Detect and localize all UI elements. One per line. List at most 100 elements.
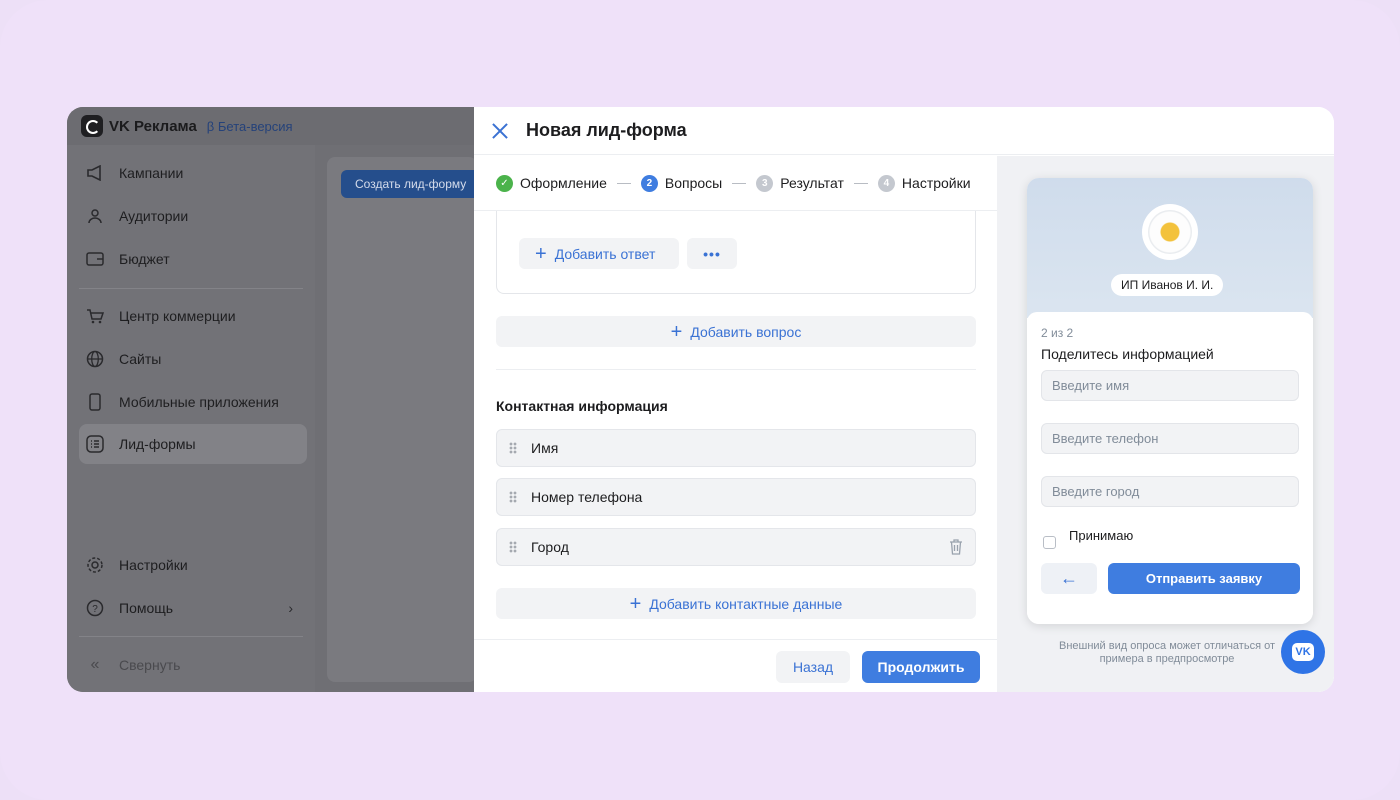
- form-column: ✓ Оформление 2 Вопросы 3 Результат 4 Нас…: [474, 156, 997, 692]
- plus-icon: +: [629, 592, 642, 615]
- preview-panel: ИП Иванов И. И. 2 из 2 Поделитесь информ…: [997, 156, 1334, 692]
- step-questions[interactable]: 2 Вопросы: [640, 174, 723, 192]
- brand-name: VK Реклама: [109, 117, 197, 135]
- close-icon[interactable]: [492, 123, 508, 139]
- contact-section-title: Контактная информация: [496, 398, 668, 414]
- back-button[interactable]: Назад: [776, 651, 850, 683]
- step-label: Результат: [780, 175, 844, 191]
- app-window: VK Реклама β Бета-версия Кампании Аудито…: [67, 107, 1334, 692]
- chevron-right-icon: ›: [288, 600, 293, 616]
- divider: [496, 369, 976, 370]
- plus-icon: +: [670, 320, 683, 343]
- step-label: Оформление: [520, 175, 607, 191]
- sidebar-item-settings[interactable]: Настройки: [79, 545, 307, 585]
- sidebar-item-campaigns[interactable]: Кампании: [79, 153, 307, 193]
- phone-icon: [85, 392, 105, 412]
- app-backdrop: VK Реклама β Бета-версия Кампании Аудито…: [67, 107, 481, 692]
- sidebar-item-label: Настройки: [119, 557, 188, 573]
- contact-field-city[interactable]: Город: [496, 528, 976, 566]
- preview-city-input[interactable]: Введите город: [1041, 476, 1299, 507]
- collapse-icon: «: [90, 656, 100, 673]
- drag-handle-icon[interactable]: [509, 491, 517, 503]
- preview-phone-input[interactable]: Введите телефон: [1041, 423, 1299, 454]
- list-icon: [85, 434, 105, 454]
- app-header: VK Реклама β Бета-версия: [67, 107, 474, 145]
- add-question-label: Добавить вопрос: [690, 323, 802, 340]
- sidebar-item-label: Сайты: [119, 351, 162, 367]
- preview-back-button[interactable]: ←: [1041, 563, 1097, 594]
- sidebar-item-sites[interactable]: Сайты: [79, 339, 307, 379]
- sidebar-item-budget[interactable]: Бюджет: [79, 239, 307, 279]
- preview-sheet: 2 из 2 Поделитесь информацией Введите им…: [1027, 312, 1313, 624]
- step-label: Настройки: [901, 175, 971, 191]
- contact-field-label: Город: [531, 539, 569, 555]
- step-separator: [853, 182, 868, 184]
- sidebar-item-collapse[interactable]: « Свернуть: [79, 645, 307, 685]
- sidebar-item-label: Лид-формы: [119, 436, 196, 452]
- contact-field-name[interactable]: Имя: [496, 429, 976, 467]
- sidebar-item-audiences[interactable]: Аудитории: [79, 196, 307, 236]
- modal-footer: Назад Продолжить: [474, 639, 997, 692]
- sidebar-item-help[interactable]: ? Помощь ›: [79, 588, 307, 628]
- contact-field-label: Имя: [531, 440, 559, 456]
- wallet-icon: [85, 249, 105, 269]
- drag-handle-icon[interactable]: [509, 442, 517, 454]
- add-answer-label: Добавить ответ: [554, 245, 656, 262]
- sidebar-item-label: Мобильные приложения: [119, 394, 279, 410]
- megaphone-icon: [85, 163, 105, 183]
- globe-icon: [85, 349, 105, 369]
- sidebar-item-label: Центр коммерции: [119, 308, 236, 324]
- preview-name-input[interactable]: Введите имя: [1041, 370, 1299, 401]
- gear-icon: [85, 555, 105, 575]
- beta-badge: β Бета-версия: [206, 118, 293, 134]
- preview-heading: Поделитесь информацией: [1041, 346, 1214, 362]
- vk-ads-logo-icon: [81, 115, 103, 137]
- submit-request-button[interactable]: Отправить заявку: [1108, 563, 1300, 594]
- sidebar-item-label: Аудитории: [119, 208, 189, 224]
- accept-label: Принимаю: [1069, 528, 1134, 543]
- trash-icon[interactable]: [949, 539, 963, 555]
- step-design[interactable]: ✓ Оформление: [496, 174, 607, 192]
- preview-phone: ИП Иванов И. И. 2 из 2 Поделитесь информ…: [1027, 178, 1313, 624]
- step-label: Вопросы: [664, 175, 723, 191]
- step-number: 3: [756, 174, 774, 192]
- more-options-button[interactable]: •••: [687, 238, 737, 269]
- sidebar-divider: [79, 636, 303, 637]
- help-icon: ?: [85, 598, 105, 618]
- continue-button[interactable]: Продолжить: [862, 651, 980, 683]
- sidebar-divider: [79, 288, 303, 289]
- chamomile-avatar: [1142, 204, 1198, 260]
- sidebar-item-leadforms[interactable]: Лид-формы: [79, 424, 307, 464]
- drag-handle-icon[interactable]: [509, 541, 517, 553]
- leadform-modal: Новая лид-форма ✓ Оформление 2 Вопросы 3…: [474, 107, 1334, 692]
- sidebar-item-label: Свернуть: [119, 657, 181, 673]
- vk-chat-button[interactable]: VK: [1281, 630, 1325, 674]
- accept-checkbox[interactable]: [1043, 536, 1056, 549]
- step-number: 4: [877, 174, 895, 192]
- users-icon: [85, 206, 105, 226]
- step-result[interactable]: 3 Результат: [756, 174, 844, 192]
- preview-note: Внешний вид опроса может отличаться от п…: [1058, 640, 1276, 665]
- sidebar-item-apps[interactable]: Мобильные приложения: [79, 382, 307, 422]
- main-content: [327, 157, 477, 682]
- sidebar-item-label: Бюджет: [119, 251, 170, 267]
- add-contact-button[interactable]: + Добавить контактные данные: [496, 588, 976, 619]
- sidebar-item-commerce[interactable]: Центр коммерции: [79, 296, 307, 336]
- contact-field-phone[interactable]: Номер телефона: [496, 478, 976, 516]
- vk-logo-icon: VK: [1292, 643, 1314, 661]
- cart-icon: [85, 306, 105, 326]
- sidebar-item-label: Кампании: [119, 165, 184, 181]
- add-contact-label: Добавить контактные данные: [649, 595, 843, 612]
- page-counter: 2 из 2: [1041, 326, 1074, 340]
- modal-title: Новая лид-форма: [526, 120, 687, 140]
- step-settings[interactable]: 4 Настройки: [877, 174, 971, 192]
- plus-icon: +: [535, 242, 547, 265]
- step-number: 2: [640, 174, 658, 192]
- sidebar-item-label: Помощь: [119, 600, 174, 616]
- create-leadform-button[interactable]: Создать лид-форму: [341, 170, 481, 198]
- add-question-button[interactable]: + Добавить вопрос: [496, 316, 976, 347]
- modal-header: Новая лид-форма: [474, 107, 1334, 155]
- add-answer-button[interactable]: + Добавить ответ: [519, 238, 679, 269]
- sidebar: Кампании Аудитории Бюджет Центр коммерци…: [67, 145, 315, 692]
- svg-text:?: ?: [92, 604, 98, 615]
